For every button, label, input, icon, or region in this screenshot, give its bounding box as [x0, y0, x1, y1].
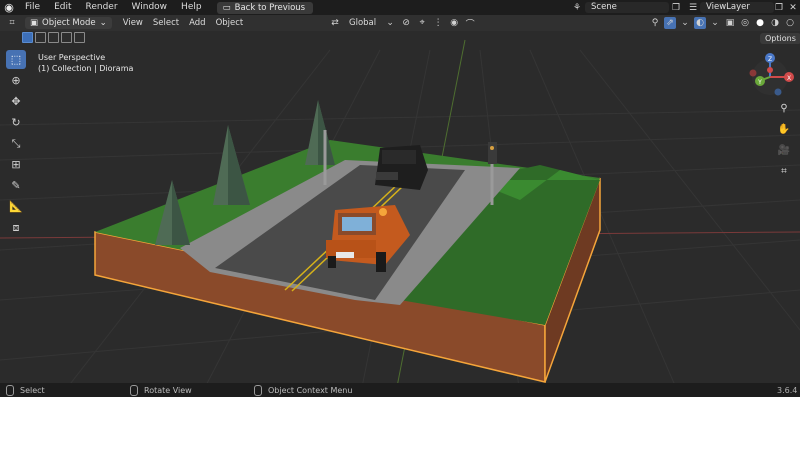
status-select-label: Select [20, 385, 45, 395]
rendered-shading-icon[interactable]: ○ [784, 17, 796, 29]
object-mode-icon: ▣ [30, 18, 39, 28]
back-to-previous-button[interactable]: ▭ Back to Previous [216, 1, 314, 14]
gizmo-x-label: X [787, 75, 791, 82]
menu-edit[interactable]: Edit [47, 0, 78, 15]
status-context-label: Object Context Menu [268, 385, 353, 395]
solid-shading-icon[interactable]: ● [754, 17, 766, 29]
scene-selector[interactable]: Scene [585, 2, 669, 13]
menu-object[interactable]: Object [211, 17, 249, 29]
menu-help[interactable]: Help [174, 0, 209, 15]
copy-view-layer-icon[interactable]: ❐ [773, 2, 785, 14]
mode-selector[interactable]: ▣ Object Mode ⌄ [25, 17, 112, 29]
pivot-point-icon[interactable]: ⊘ [400, 17, 412, 29]
menu-file[interactable]: File [18, 0, 47, 15]
status-context: Object Context Menu [254, 384, 353, 396]
status-select: Select [6, 384, 45, 396]
wireframe-shading-icon[interactable]: ◎ [739, 17, 751, 29]
copy-scene-icon[interactable]: ❐ [670, 2, 682, 14]
rotate-tool-icon[interactable]: ↻ [6, 113, 26, 132]
mode-label: Object Mode [42, 18, 96, 28]
grid-perspective-icon[interactable]: ⌗ [776, 163, 792, 179]
mouse-right-icon [254, 384, 262, 396]
version-label: 3.6.4 [777, 385, 798, 395]
selection-mode-row [22, 32, 85, 46]
transform-controls: ⇄ Global ⌄ ⊘ ⌖ ⋮ ◉ ⌒ [328, 17, 477, 30]
annotate-tool-icon[interactable]: ✎ [6, 176, 26, 195]
options-dropdown[interactable]: Options [760, 33, 800, 44]
viewport-info: User Perspective (1) Collection | Dioram… [38, 52, 133, 74]
orientation-selector[interactable]: Global [344, 17, 381, 29]
transform-orientation-icon[interactable]: ⇄ [329, 17, 341, 29]
menu-add[interactable]: Add [184, 17, 210, 29]
status-rotate: Rotate View [130, 384, 192, 396]
menu-view[interactable]: View [118, 17, 148, 29]
select-extend-icon[interactable] [35, 32, 46, 43]
editor-type-icon[interactable]: ⌗ [6, 17, 18, 29]
active-collection-label: (1) Collection | Diorama [38, 64, 134, 73]
status-rotate-label: Rotate View [144, 385, 192, 395]
falloff-icon[interactable]: ⌒ [464, 17, 476, 30]
chevron-down-icon[interactable]: ⌄ [679, 17, 691, 29]
mouse-middle-icon [130, 384, 138, 396]
traffic-light [488, 142, 497, 164]
view-layer-selector[interactable]: ViewLayer [700, 2, 774, 13]
back-icon: ▭ [222, 2, 231, 13]
select-intersect-icon[interactable] [74, 32, 85, 43]
snap-icon[interactable]: ⌖ [416, 17, 428, 29]
add-cube-tool-icon[interactable]: ⧈ [6, 218, 26, 237]
chevron-down-icon: ⌄ [99, 18, 107, 28]
cursor-tool-icon[interactable]: ⊕ [6, 71, 26, 90]
select-new-icon[interactable] [22, 32, 33, 43]
select-box-tool-icon[interactable]: ⬚ [6, 50, 26, 69]
viewport-navigation-controls: ⚲ ✋ 🎥 ⌗ [776, 100, 792, 179]
proportional-edit-icon[interactable]: ◉ [448, 17, 460, 29]
zoom-icon[interactable]: ⚲ [776, 100, 792, 116]
chevron-down-icon[interactable]: ⌄ [384, 17, 396, 29]
mouse-left-icon [6, 384, 14, 396]
blender-logo-icon[interactable]: ◉ [0, 0, 18, 15]
view-perspective-label: User Perspective [38, 53, 106, 62]
view-layer-name: ViewLayer [706, 2, 750, 12]
visibility-icon[interactable]: ⚲ [649, 17, 661, 29]
menu-render[interactable]: Render [79, 0, 125, 15]
black-truck [375, 145, 428, 190]
back-to-previous-label: Back to Previous [234, 2, 306, 13]
snap-settings-icon[interactable]: ⋮ [432, 17, 444, 29]
gizmo-z-label: Z [768, 56, 772, 63]
scene-name: Scene [591, 2, 617, 12]
move-tool-icon[interactable]: ✥ [6, 92, 26, 111]
tool-shelf: ⬚ ⊕ ✥ ↻ ⤡ ⊞ ✎ 📐 ⧈ [5, 50, 27, 239]
gizmo-toggle-icon[interactable]: ⇗ [664, 17, 676, 29]
xray-icon[interactable]: ▣ [724, 17, 736, 29]
measure-tool-icon[interactable]: 📐 [6, 197, 26, 216]
menu-window[interactable]: Window [125, 0, 175, 15]
navigation-gizmo[interactable]: Z X Y [749, 53, 795, 96]
close-view-layer-icon[interactable]: ✕ [787, 2, 799, 14]
pan-hand-icon[interactable]: ✋ [776, 121, 792, 137]
blender-window: Z X Y ◉ File Edit Render Window Help ▭ B… [0, 0, 800, 397]
camera-view-icon[interactable]: 🎥 [776, 142, 792, 158]
menu-select[interactable]: Select [148, 17, 184, 29]
material-shading-icon[interactable]: ◑ [769, 17, 781, 29]
gizmo-neg-x-handle[interactable] [767, 67, 773, 73]
scale-tool-icon[interactable]: ⤡ [6, 134, 26, 153]
select-subtract-icon[interactable] [48, 32, 59, 43]
viewport-shading-controls: ⚲ ⇗ ⌄ ◐ ⌄ ▣ ◎ ● ◑ ○ ⌄ [648, 17, 800, 29]
status-bar: Select Rotate View Object Context Menu 3… [0, 383, 800, 397]
select-invert-icon[interactable] [61, 32, 72, 43]
scene-icon[interactable]: ⚘ [571, 2, 583, 14]
overlays-icon[interactable]: ◐ [694, 17, 706, 29]
transform-tool-icon[interactable]: ⊞ [6, 155, 26, 174]
gizmo-y-label: Y [757, 79, 762, 86]
chevron-down-icon[interactable]: ⌄ [709, 17, 721, 29]
view-layer-icon[interactable]: ☰ [687, 2, 699, 14]
